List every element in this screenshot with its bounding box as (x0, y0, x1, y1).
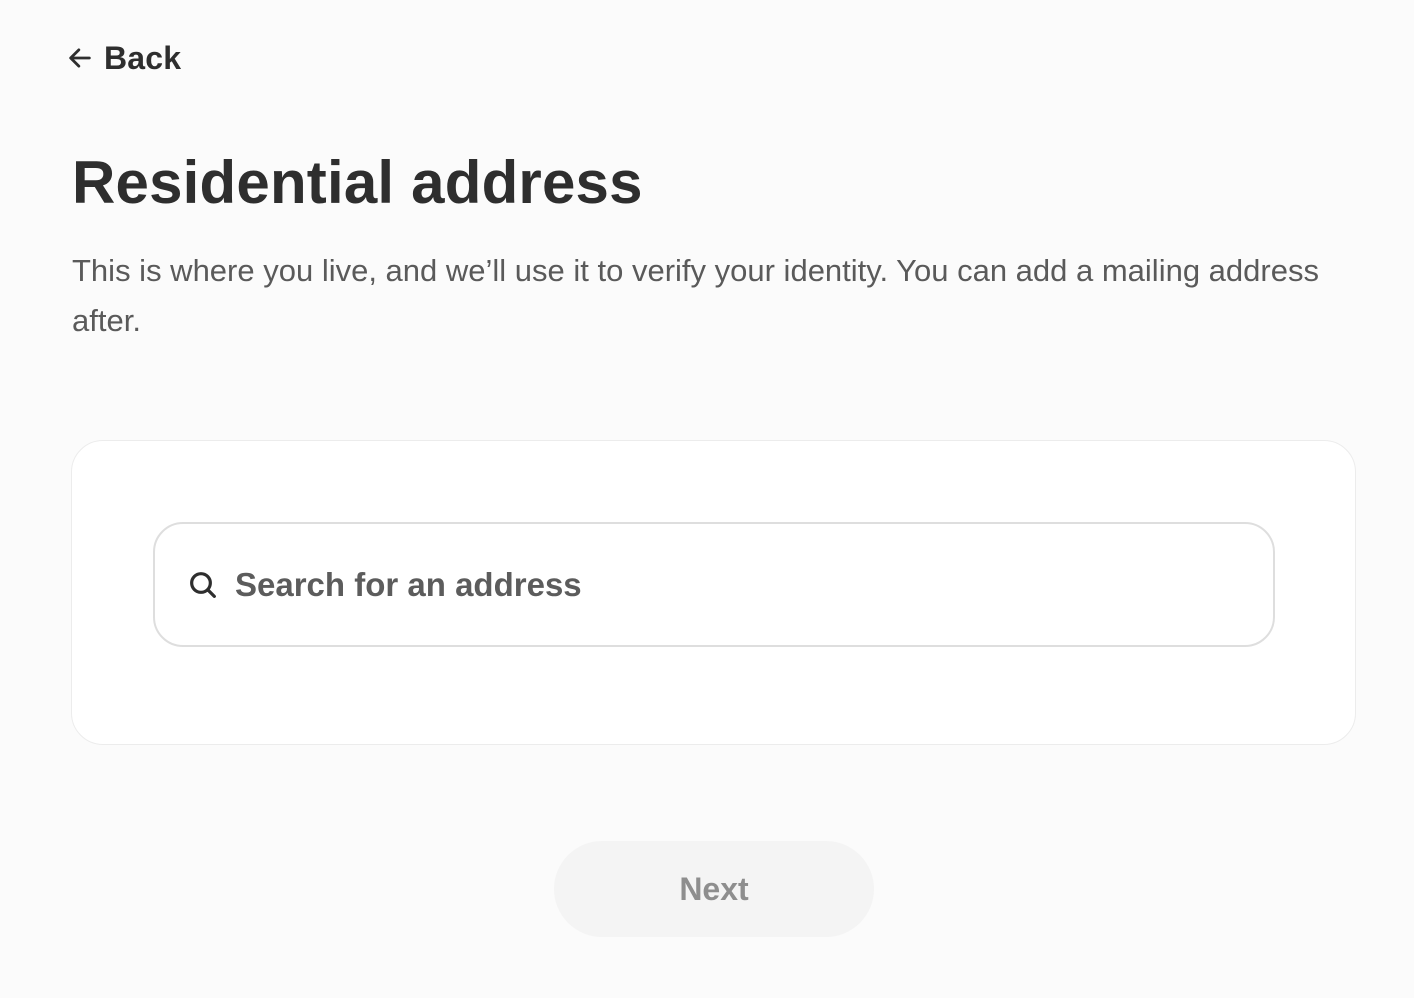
page-description: This is where you live, and we’ll use it… (72, 253, 1319, 338)
next-button[interactable]: Next (554, 841, 874, 937)
search-icon (187, 569, 219, 601)
arrow-left-icon (66, 44, 94, 72)
address-search-field[interactable] (153, 522, 1275, 647)
page-title: Residential address (72, 149, 643, 216)
address-card (71, 440, 1356, 745)
back-label: Back (104, 39, 182, 76)
address-search-input[interactable] (235, 554, 1249, 615)
residential-address-page: Back Residential address This is where y… (0, 0, 1414, 998)
back-link[interactable]: Back (66, 36, 181, 80)
